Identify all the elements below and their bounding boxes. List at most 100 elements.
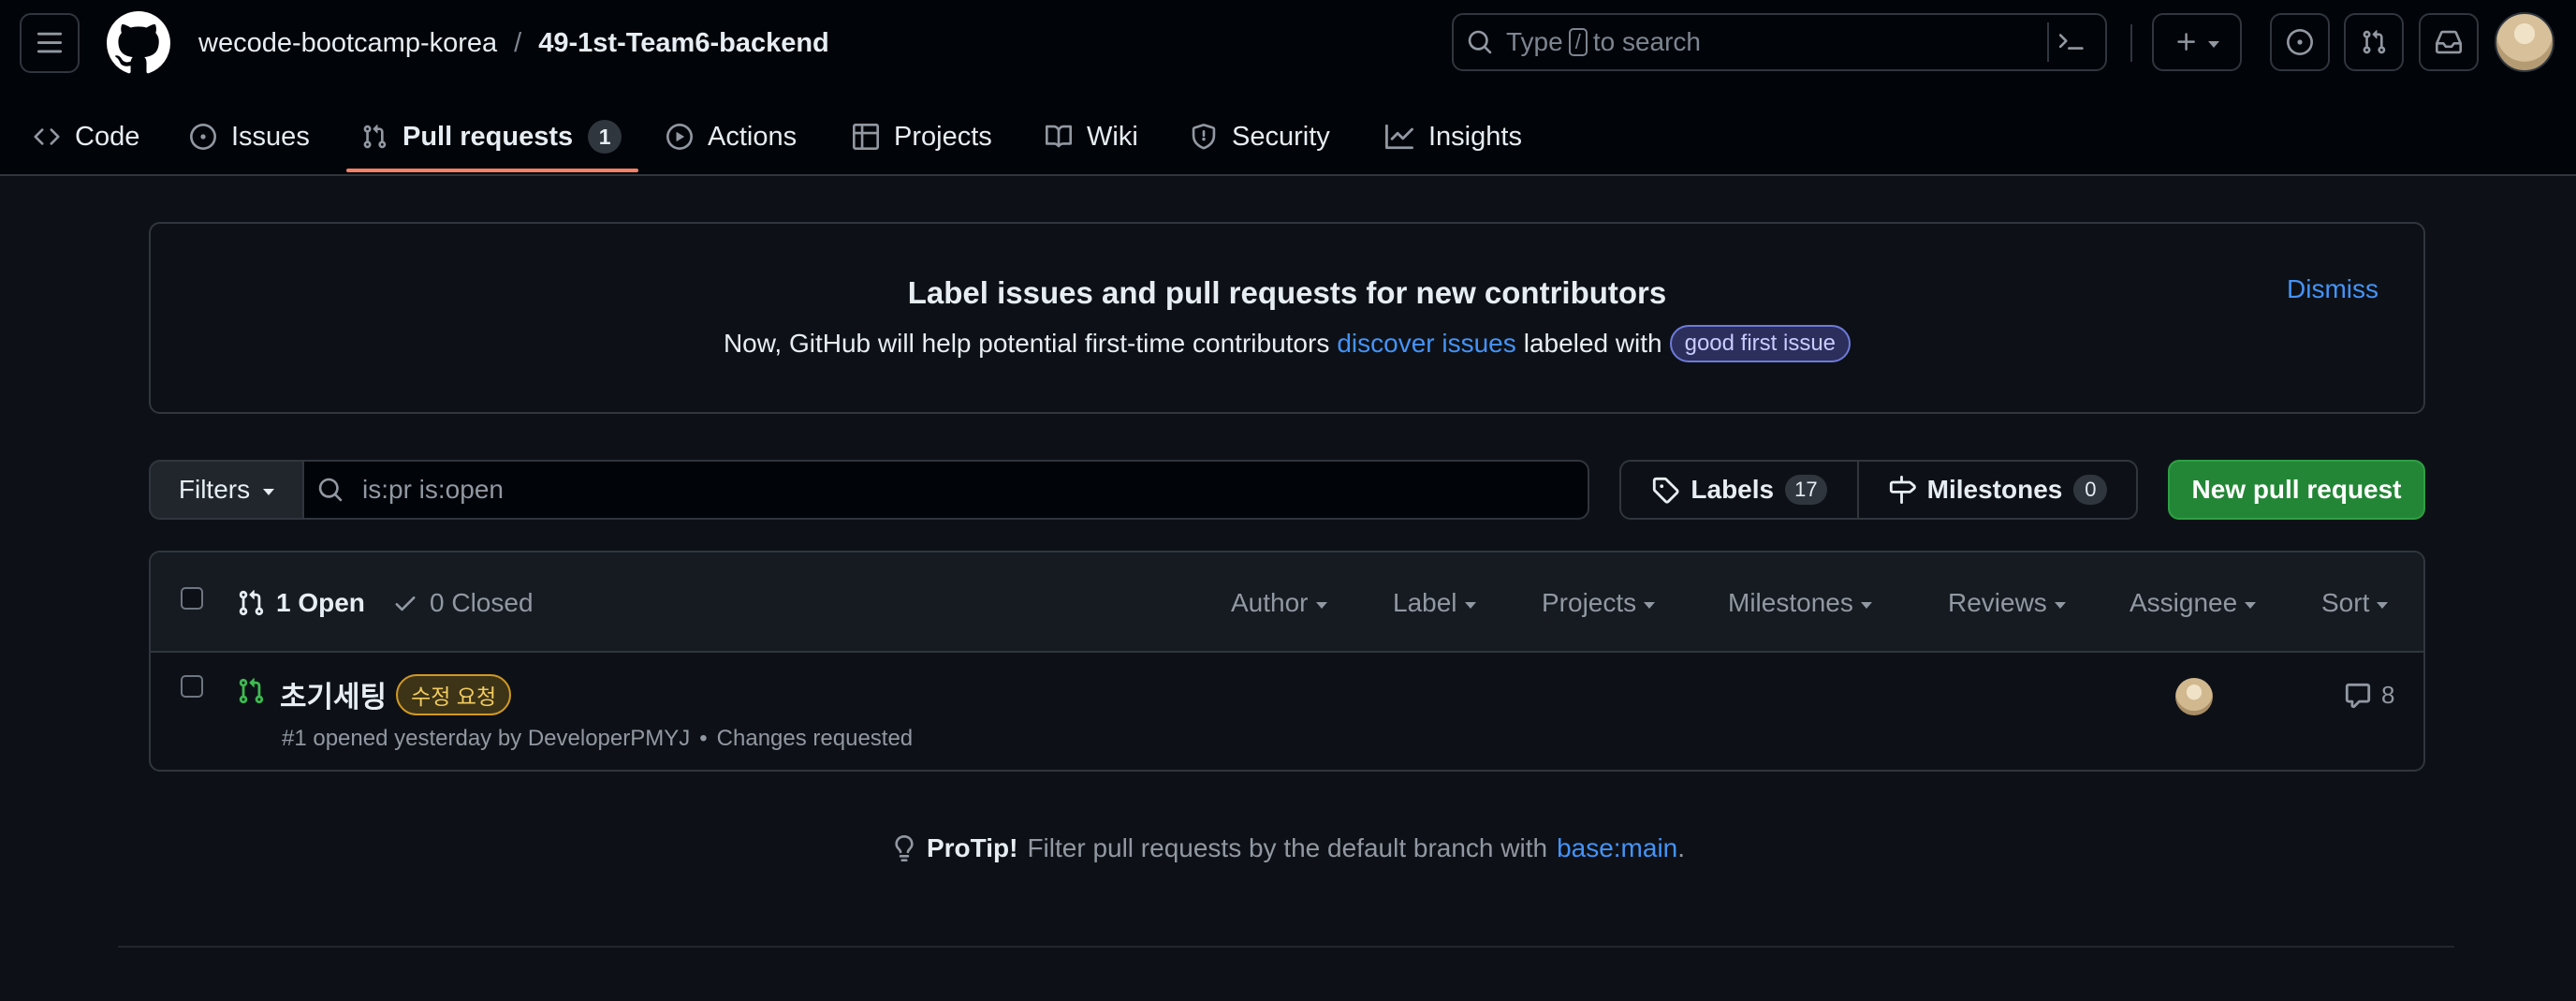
tab-code[interactable]: Code [34, 110, 139, 163]
filter-label: Milestones [1728, 588, 1853, 617]
closed-count-label: 0 Closed [430, 588, 534, 617]
chevron-down-icon [2208, 40, 2219, 48]
graph-icon [1385, 124, 1413, 150]
git-pull-request-icon [239, 590, 264, 616]
user-avatar[interactable] [2495, 12, 2554, 72]
banner-description: Now, GitHub will help potential first-ti… [151, 325, 2423, 362]
tab-projects[interactable]: Projects [853, 110, 992, 163]
breadcrumb-owner-link[interactable]: wecode-bootcamp-korea [198, 28, 497, 59]
tab-pull-requests[interactable]: Pull requests 1 [361, 110, 622, 163]
comment-count: 8 [2381, 681, 2395, 709]
banner-text-before: Now, GitHub will help potential first-ti… [723, 329, 1330, 358]
new-pull-request-button[interactable]: New pull request [2168, 460, 2425, 520]
table-row: 초기세팅 수정 요청 #1 opened yesterday by Develo… [151, 655, 2423, 770]
discover-issues-link[interactable]: discover issues [1337, 329, 1515, 359]
tab-label: Pull requests [402, 121, 574, 152]
pr-label[interactable]: 수정 요청 [396, 673, 512, 715]
plus-icon [2177, 33, 2195, 51]
issues-button[interactable] [2270, 13, 2330, 71]
row-checkbox[interactable] [181, 675, 203, 698]
comments-link[interactable]: 8 [2344, 681, 2394, 710]
open-filter-link[interactable]: 1 Open [237, 584, 365, 622]
search-icon [317, 477, 344, 503]
filter-label: Label [1393, 588, 1457, 617]
pr-title-group: 초기세팅 수정 요청 [280, 673, 512, 715]
good-first-issue-label[interactable]: good first issue [1669, 325, 1852, 362]
milestones-label: Milestones [1926, 475, 2063, 504]
assignee-avatar[interactable] [2175, 678, 2213, 715]
chevron-down-icon [2377, 601, 2389, 609]
protip: ProTip! Filter pull requests by the defa… [0, 833, 2576, 863]
inbox-button[interactable] [2419, 13, 2479, 71]
pr-search-query: is:pr is:open [362, 475, 504, 504]
tab-issues[interactable]: Issues [190, 110, 310, 163]
app-header: wecode-bootcamp-korea / 49-1st-Team6-bac… [0, 0, 2576, 176]
check-icon [395, 596, 416, 611]
tab-label: Actions [708, 121, 798, 152]
play-icon [666, 124, 693, 150]
closed-filter-link[interactable]: 0 Closed [392, 584, 534, 622]
list-header: 1 Open 0 Closed Author Label Projects Mi… [151, 552, 2423, 653]
labels-count: 17 [1785, 475, 1827, 505]
breadcrumb-repo-link[interactable]: 49-1st-Team6-backend [538, 28, 829, 59]
chevron-down-icon [2245, 601, 2257, 609]
assignee-filter[interactable]: Assignee [2130, 584, 2257, 622]
tab-security[interactable]: Security [1191, 110, 1330, 163]
tab-label: Issues [231, 121, 310, 152]
labels-button[interactable]: Labels 17 [1621, 462, 1859, 518]
base-main-link[interactable]: base:main [1557, 833, 1677, 862]
filter-label: Author [1231, 588, 1309, 617]
menu-button[interactable] [20, 13, 80, 73]
label-filter[interactable]: Label [1393, 584, 1476, 622]
code-icon [34, 128, 60, 145]
chevron-down-icon [1315, 601, 1327, 609]
banner-title: Label issues and pull requests for new c… [907, 275, 1667, 310]
create-new-button[interactable] [2152, 13, 2242, 71]
tab-label: Code [75, 121, 140, 152]
sort-filter[interactable]: Sort [2321, 584, 2389, 622]
projects-filter[interactable]: Projects [1542, 584, 1656, 622]
tab-insights[interactable]: Insights [1385, 110, 1522, 163]
author-filter[interactable]: Author [1231, 584, 1327, 622]
global-search-input[interactable]: Type / to search [1452, 13, 2107, 71]
git-pull-request-icon [363, 125, 387, 149]
pr-title-link[interactable]: 초기세팅 [280, 673, 387, 715]
filters-dropdown-button[interactable]: Filters [149, 460, 304, 520]
git-pull-request-icon [2363, 30, 2386, 54]
pr-search-input[interactable]: is:pr is:open [302, 460, 1589, 520]
pull-requests-button[interactable] [2344, 13, 2404, 71]
search-icon [1467, 29, 1493, 55]
breadcrumb: wecode-bootcamp-korea / 49-1st-Team6-bac… [198, 24, 829, 62]
milestones-button[interactable]: Milestones 0 [1859, 462, 2136, 518]
github-logo-icon[interactable] [107, 11, 170, 75]
terminal-icon [2058, 34, 2084, 50]
tab-label: Security [1232, 121, 1330, 152]
active-tab-underline [346, 169, 638, 172]
pr-review-status[interactable]: Changes requested [717, 726, 913, 752]
tab-actions[interactable]: Actions [666, 110, 797, 163]
select-all-checkbox[interactable] [181, 587, 203, 610]
chevron-down-icon [2054, 601, 2066, 609]
footer-divider [118, 946, 2454, 948]
repo-nav-tabs: Code Issues Pull requests 1 Actions Proj… [0, 101, 2576, 176]
book-icon [1046, 125, 1072, 148]
pull-request-list: 1 Open 0 Closed Author Label Projects Mi… [149, 551, 2425, 772]
reviews-filter[interactable]: Reviews [1948, 584, 2066, 622]
search-placeholder-prefix: Type [1506, 27, 1563, 56]
comment-icon [2345, 683, 2371, 708]
protip-text: Filter pull requests by the default bran… [1027, 833, 1548, 862]
pr-meta: #1 opened yesterday by DeveloperPMYJ • C… [282, 726, 913, 752]
open-count-label: 1 Open [276, 588, 365, 617]
labels-label: Labels [1690, 475, 1775, 504]
hamburger-icon [37, 32, 63, 53]
milestones-filter[interactable]: Milestones [1728, 584, 1872, 622]
chevron-down-icon [263, 488, 275, 495]
search-placeholder-suffix: to search [1592, 27, 1701, 56]
command-palette-button[interactable] [2047, 22, 2094, 62]
tab-wiki[interactable]: Wiki [1046, 110, 1138, 163]
filter-label: Projects [1542, 588, 1637, 617]
dismiss-button[interactable]: Dismiss [2287, 274, 2378, 304]
header-divider [2130, 24, 2132, 62]
filters-label: Filters [178, 475, 251, 504]
pull-requests-counter: 1 [588, 120, 622, 154]
